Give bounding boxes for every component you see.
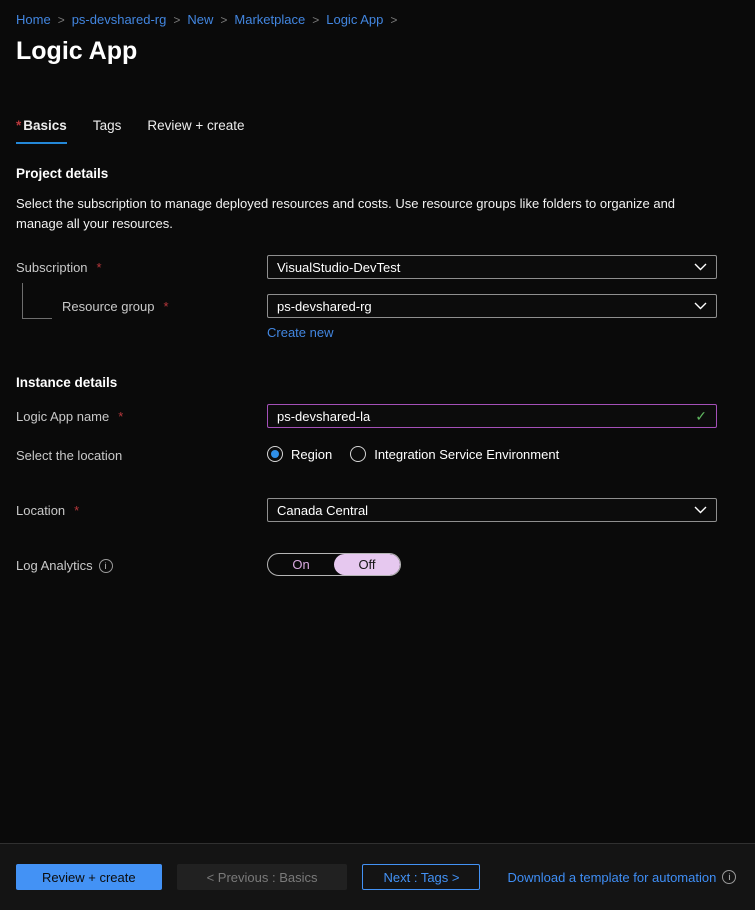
previous-basics-button[interactable]: < Previous : Basics (177, 864, 348, 890)
required-asterisk: * (164, 299, 169, 314)
location-type-radio-group: Region Integration Service Environment (267, 443, 559, 462)
location-value: Canada Central (277, 503, 368, 518)
resource-group-label-text: Resource group (62, 299, 155, 314)
tab-tags-label: Tags (93, 118, 122, 133)
location-type-label-text: Select the location (16, 448, 122, 463)
radio-ise-label: Integration Service Environment (374, 447, 559, 462)
toggle-on-option[interactable]: On (268, 554, 334, 575)
location-dropdown[interactable]: Canada Central (267, 498, 717, 522)
logic-app-name-label-text: Logic App name (16, 409, 109, 424)
chevron-down-icon (694, 302, 707, 310)
location-type-label: Select the location (16, 443, 267, 463)
resource-group-control: ps-devshared-rg Create new (267, 294, 717, 342)
logic-app-name-label: Logic App name * (16, 404, 267, 424)
breadcrumb-new[interactable]: New (187, 12, 213, 27)
radio-region-label: Region (291, 447, 332, 462)
breadcrumb-separator: > (312, 13, 319, 27)
radio-selected-icon (267, 446, 283, 462)
tab-tags[interactable]: Tags (93, 118, 122, 144)
location-row: Location * Canada Central (16, 498, 739, 522)
required-asterisk: * (118, 409, 123, 424)
tab-basics[interactable]: *Basics (16, 118, 67, 144)
footer-action-bar: Review + create < Previous : Basics Next… (0, 843, 755, 910)
log-analytics-row: Log Analytics i On Off (16, 553, 739, 576)
log-analytics-toggle: On Off (267, 553, 401, 576)
radio-unselected-icon (350, 446, 366, 462)
resource-group-row: Resource group * ps-devshared-rg Create n… (16, 294, 739, 342)
location-label: Location * (16, 498, 267, 518)
breadcrumb-home[interactable]: Home (16, 12, 51, 27)
subscription-row: Subscription * VisualStudio-DevTest (16, 255, 739, 279)
required-asterisk: * (97, 260, 102, 275)
tab-bar: *Basics Tags Review + create (16, 118, 739, 144)
main-content: Home > ps-devshared-rg > New > Marketpla… (0, 0, 755, 576)
log-analytics-label: Log Analytics i (16, 553, 267, 573)
review-create-button[interactable]: Review + create (16, 864, 162, 890)
breadcrumb-separator: > (220, 13, 227, 27)
radio-region[interactable]: Region (267, 446, 332, 462)
chevron-down-icon (694, 506, 707, 514)
create-new-link[interactable]: Create new (267, 325, 333, 340)
instance-details-heading: Instance details (16, 375, 739, 390)
radio-integration-service-environment[interactable]: Integration Service Environment (350, 446, 559, 462)
subscription-label-text: Subscription (16, 260, 88, 275)
breadcrumb-marketplace[interactable]: Marketplace (234, 12, 305, 27)
tab-basics-label: Basics (23, 118, 67, 133)
tab-review-create-label: Review + create (147, 118, 244, 133)
project-details-heading: Project details (16, 166, 739, 181)
log-analytics-label-text: Log Analytics (16, 558, 93, 573)
breadcrumb-separator: > (390, 13, 397, 27)
resource-group-dropdown[interactable]: ps-devshared-rg (267, 294, 717, 318)
tab-review-create[interactable]: Review + create (147, 118, 244, 144)
breadcrumb: Home > ps-devshared-rg > New > Marketpla… (16, 0, 739, 27)
chevron-down-icon (694, 263, 707, 271)
logic-app-name-input[interactable] (277, 409, 695, 424)
location-label-text: Location (16, 503, 65, 518)
logic-app-name-row: Logic App name * ✓ (16, 404, 739, 428)
info-icon[interactable]: i (99, 559, 113, 573)
required-asterisk: * (16, 118, 21, 133)
toggle-off-option[interactable]: Off (334, 554, 400, 575)
resource-group-value: ps-devshared-rg (277, 299, 372, 314)
download-template-link-label: Download a template for automation (507, 870, 716, 885)
resource-group-label: Resource group * (16, 294, 267, 314)
info-icon[interactable]: i (722, 870, 736, 884)
valid-check-icon: ✓ (695, 408, 707, 425)
location-type-row: Select the location Region Integration S… (16, 443, 739, 463)
next-tags-button[interactable]: Next : Tags > (362, 864, 480, 890)
subscription-value: VisualStudio-DevTest (277, 260, 400, 275)
breadcrumb-separator: > (58, 13, 65, 27)
page-title: Logic App (16, 37, 739, 66)
breadcrumb-separator: > (173, 13, 180, 27)
resource-group-connector-line (22, 283, 52, 319)
logic-app-name-input-box: ✓ (267, 404, 717, 428)
breadcrumb-resource-group[interactable]: ps-devshared-rg (72, 12, 167, 27)
subscription-label: Subscription * (16, 255, 267, 275)
required-asterisk: * (74, 503, 79, 518)
breadcrumb-logic-app[interactable]: Logic App (326, 12, 383, 27)
download-template-link[interactable]: Download a template for automation i (507, 870, 736, 885)
subscription-dropdown[interactable]: VisualStudio-DevTest (267, 255, 717, 279)
project-details-form: Subscription * VisualStudio-DevTest Resou… (16, 255, 739, 342)
project-details-description: Select the subscription to manage deploy… (16, 194, 716, 234)
